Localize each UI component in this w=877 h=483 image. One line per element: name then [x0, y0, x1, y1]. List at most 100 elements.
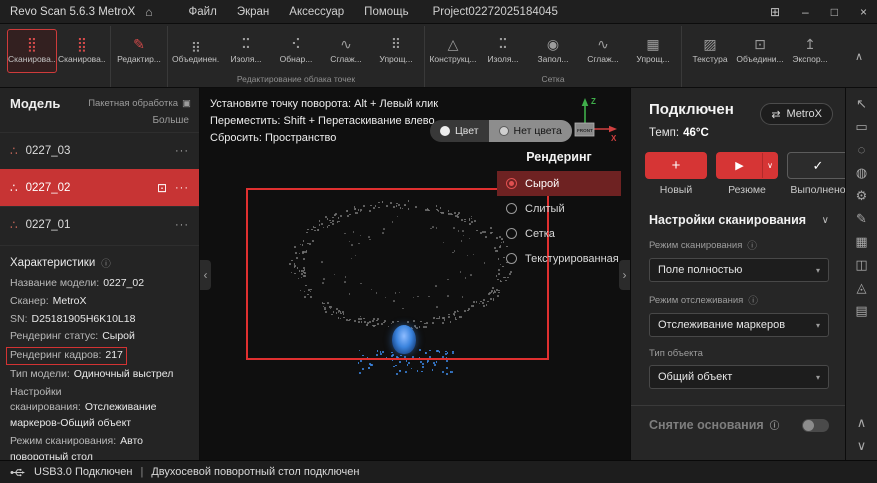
scan-mode-label: Режим сканирования: [649, 240, 742, 251]
menu-help[interactable]: Помощь: [364, 6, 408, 18]
tool-mesh-smooth[interactable]: ∿ Сглаж...: [578, 29, 628, 73]
tracking-mode-select[interactable]: Отслеживание маркеров ▾: [649, 313, 829, 337]
scroll-up-icon[interactable]: ∧: [857, 416, 867, 429]
batch-processing-link[interactable]: Пакетная обработка ▣: [88, 98, 191, 109]
render-option-raw[interactable]: Сырой: [497, 171, 621, 196]
tool-merge[interactable]: ⣶ Объединен...: [171, 29, 221, 73]
tool-scan-2[interactable]: ⣿ Сканирова...: [57, 29, 107, 73]
tool-export[interactable]: ↥ Экспор...: [785, 29, 835, 73]
info-icon[interactable]: ⓘ: [748, 293, 758, 307]
comment-icon[interactable]: ◍: [856, 166, 867, 179]
menu-file[interactable]: Файл: [189, 6, 217, 18]
tool-edit[interactable]: ✎ Редактир...: [114, 29, 164, 73]
tracking-mode-field: Режим отслеживания ⓘ Отслеживание маркер…: [631, 282, 845, 337]
collapse-toolbar-button[interactable]: ∧: [845, 50, 873, 63]
model-name: 0227_01: [26, 219, 167, 231]
home-icon[interactable]: ⌂: [145, 5, 152, 19]
apps-grid-icon[interactable]: ⊞: [770, 5, 780, 19]
model-menu-button[interactable]: ···: [175, 145, 189, 157]
menu-screen[interactable]: Экран: [237, 6, 269, 18]
prop-render-frames-highlighted: Рендеринг кадров:217: [6, 347, 127, 365]
info-icon[interactable]: ⓘ: [101, 256, 111, 270]
resume-dropdown-icon[interactable]: ∨: [762, 153, 777, 178]
measure-icon[interactable]: ◬: [857, 281, 867, 294]
rect-selection-icon[interactable]: ▭: [855, 120, 867, 133]
layers-icon[interactable]: ▤: [855, 304, 867, 317]
tracking-mode-label: Режим отслеживания: [649, 295, 743, 306]
more-link[interactable]: Больше: [0, 113, 199, 132]
annotate-icon[interactable]: ✎: [856, 212, 867, 225]
tool-smooth[interactable]: ∿ Сглаж...: [321, 29, 371, 73]
resume-scan-button[interactable]: ▶ ∨: [716, 152, 778, 179]
tool-label: Текстура: [692, 54, 727, 64]
model-menu-button[interactable]: ···: [175, 182, 189, 194]
temp-label: Темп:: [649, 127, 679, 139]
render-option-textured[interactable]: Текстурированная: [497, 246, 621, 271]
tool-label: Редактир...: [117, 54, 161, 64]
tool-fill[interactable]: ◉ Запол...: [528, 29, 578, 73]
cube-view-icon[interactable]: ◫: [855, 258, 867, 271]
scan-settings-header[interactable]: Настройки сканирования ∨: [631, 196, 845, 227]
menu-accessory[interactable]: Аксессуар: [289, 6, 344, 18]
collapse-left-panel-button[interactable]: ‹: [200, 260, 211, 290]
info-icon[interactable]: ⓘ: [770, 418, 780, 432]
select-cursor-icon[interactable]: ↖: [856, 97, 867, 110]
tool-scan[interactable]: ⣿ Сканирова...: [7, 29, 57, 73]
device-button[interactable]: ⇄ MetroX: [760, 103, 833, 125]
scroll-down-icon[interactable]: ∨: [857, 439, 867, 452]
toolbar-group-edit: ✎ Редактир...: [111, 26, 168, 87]
scan-mode-select[interactable]: Поле полностью ▾: [649, 258, 829, 282]
model-item-0227-01[interactable]: ∴ 0227_01 ···: [0, 206, 199, 243]
tracking-mode-value: Отслеживание маркеров: [658, 319, 785, 331]
model-item-0227-02[interactable]: ∴ 0227_02 ⊡ ···: [0, 169, 199, 206]
grid-view-icon[interactable]: ▦: [855, 235, 867, 248]
merge-icon: ⣶: [191, 37, 201, 51]
prop-model-type: Тип модели:Одиночный выстрел: [10, 367, 189, 383]
new-scan-button[interactable]: +: [645, 152, 707, 179]
dropdown-caret-icon: ▾: [816, 373, 820, 382]
tool-mesh-isolate[interactable]: ⠭ Изоля...: [478, 29, 528, 73]
axis-z-label: Z: [591, 97, 596, 106]
close-button[interactable]: ×: [860, 5, 867, 19]
no-color-option[interactable]: Нет цвета: [489, 120, 572, 142]
base-removal-toggle[interactable]: [802, 419, 829, 432]
tool-merge-models[interactable]: ⊡ Объедини...: [735, 29, 785, 73]
collapse-right-panel-button[interactable]: ›: [619, 260, 630, 290]
device-name: MetroX: [787, 108, 822, 120]
complete-scan-button[interactable]: ✓: [787, 152, 849, 179]
smooth-icon: ∿: [340, 37, 352, 51]
render-frames-icon[interactable]: ⊡: [157, 181, 167, 195]
tool-texture[interactable]: ▨ Текстура: [685, 29, 735, 73]
check-icon: ✓: [813, 158, 824, 174]
render-option-fused[interactable]: Слитый: [497, 196, 621, 221]
model-item-0227-03[interactable]: ∴ 0227_03 ···: [0, 132, 199, 169]
status-separator: |: [140, 466, 143, 478]
turntable-status-text: Двухосевой поворотный стол подключен: [151, 466, 359, 478]
viewport-3d[interactable]: Установите точку поворота: Alt + Левый к…: [200, 88, 630, 460]
pointcloud-icon: ∴: [10, 144, 18, 158]
pointcloud-icon: ∴: [10, 181, 18, 195]
object-type-select[interactable]: Общий объект ▾: [649, 365, 829, 389]
tool-isolate[interactable]: ⠭ Изоля...: [221, 29, 271, 73]
gear-icon[interactable]: ⚙: [856, 189, 868, 202]
minimize-button[interactable]: –: [802, 5, 809, 19]
titlebar: Revo Scan 5.6.3 MetroX ⌂ Файл Экран Аксе…: [0, 0, 877, 24]
lasso-selection-icon[interactable]: ◌: [858, 143, 866, 156]
tool-label: Экспор...: [792, 54, 827, 64]
tool-mesh-simplify[interactable]: ▦ Упрощ...: [628, 29, 678, 73]
axis-gizmo[interactable]: Z X FRONT: [570, 92, 620, 146]
color-option[interactable]: Цвет: [430, 120, 489, 142]
info-icon[interactable]: ⓘ: [747, 238, 757, 252]
scan-actions: + Новый ▶ ∨ Резюме ✓ Выполнено: [631, 139, 845, 196]
toolbar-group-label: [7, 74, 107, 87]
tool-detect[interactable]: ⠪ Обнар...: [271, 29, 321, 73]
toolbar-group-output: ▨ Текстура ⊡ Объедини... ↥ Экспор...: [682, 26, 838, 87]
tool-simplify[interactable]: ⠿ Упрощ...: [371, 29, 421, 73]
maximize-button[interactable]: □: [831, 5, 838, 19]
new-scan-label: Новый: [660, 184, 692, 196]
render-option-mesh[interactable]: Сетка: [497, 221, 621, 246]
model-menu-button[interactable]: ···: [175, 219, 189, 231]
characteristics-header: Характеристики ⓘ: [0, 245, 199, 274]
tool-construct[interactable]: △ Конструкц...: [428, 29, 478, 73]
axis-x-label: X: [611, 134, 617, 143]
